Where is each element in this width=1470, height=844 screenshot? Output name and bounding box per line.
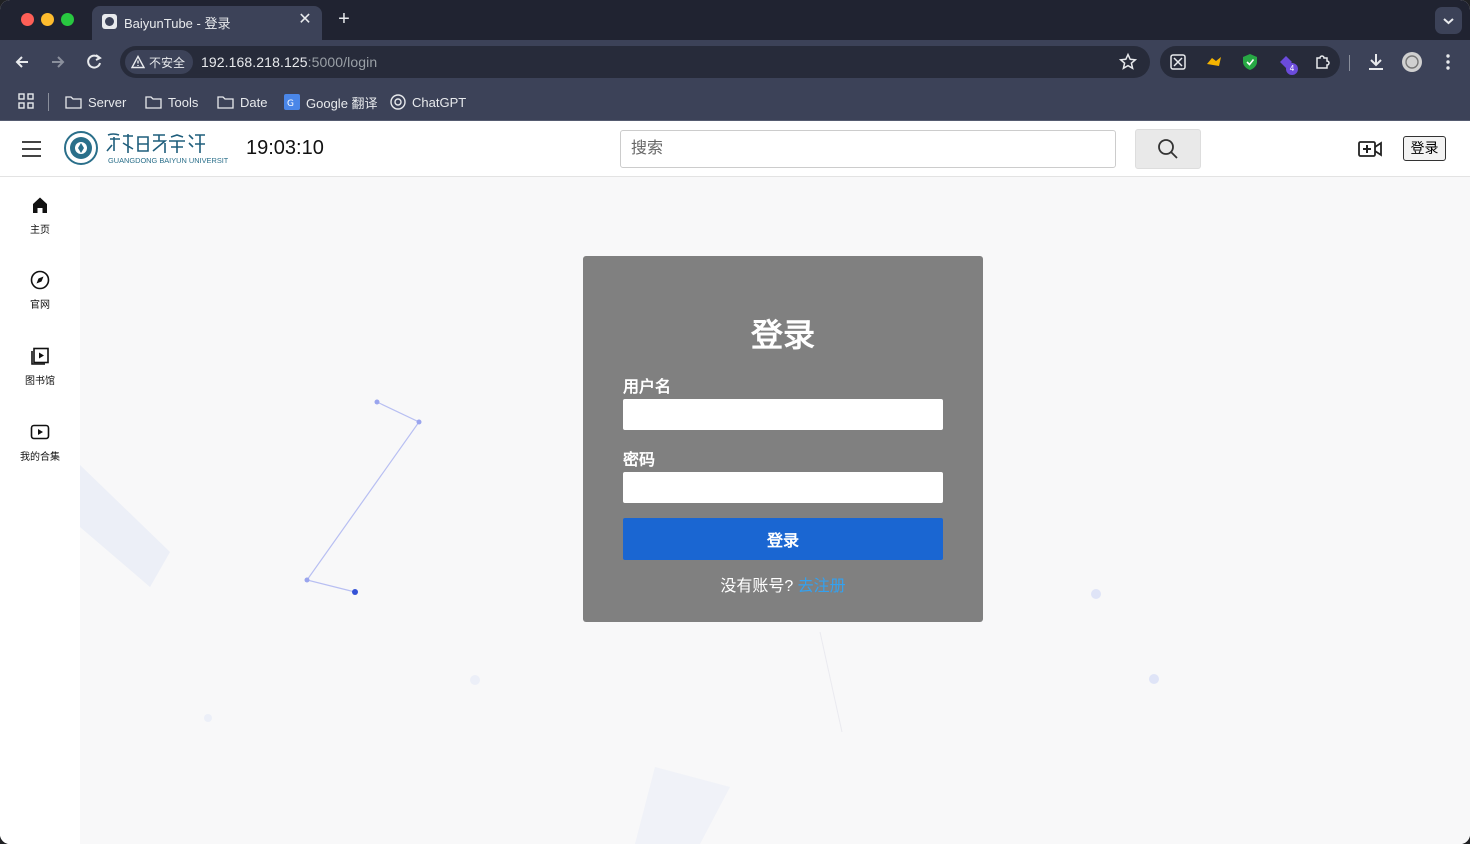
security-label: 不安全	[149, 55, 186, 70]
url-path: :5000/login	[307, 54, 378, 70]
tab-close-icon[interactable]: ✕	[296, 11, 314, 29]
sidebar-item-home[interactable]: 主页	[0, 195, 80, 255]
header-login-button[interactable]: 登录	[1403, 136, 1446, 161]
sidebar-item-label: 官网	[30, 300, 50, 311]
bookmark-server[interactable]: Server	[65, 92, 126, 112]
bookmark-label: Date	[240, 94, 268, 110]
apps-grid-icon[interactable]	[18, 93, 34, 109]
kebab-menu-icon[interactable]	[1437, 51, 1459, 73]
library-icon	[31, 347, 49, 365]
extensions-area: 4	[1160, 46, 1340, 78]
sidebar-item-library[interactable]: 图书馆	[0, 346, 80, 406]
security-chip[interactable]: 不安全	[125, 50, 194, 74]
bookmark-chatgpt[interactable]: ChatGPT	[390, 92, 466, 112]
chatgpt-icon	[390, 94, 406, 110]
browser-tab[interactable]: BaiyunTube - 登录 ✕	[92, 6, 322, 40]
chevron-down-icon	[1443, 18, 1454, 25]
sidebar-item-label: 主页	[30, 225, 50, 236]
url-text: 192.168.218.125:5000/login	[201, 54, 377, 70]
zoom-window-button[interactable]	[61, 13, 74, 26]
no-account-text: 没有账号?	[720, 578, 794, 595]
address-bar[interactable]: 不安全 192.168.218.125:5000/login	[120, 46, 1150, 78]
tampermonkey-extension-icon[interactable]	[1204, 52, 1224, 72]
register-prompt: 没有账号? 去注册	[583, 572, 983, 596]
register-link[interactable]: 去注册	[798, 578, 846, 595]
tab-bar: BaiyunTube - 登录 ✕ +	[0, 0, 1470, 40]
new-tab-button[interactable]: +	[334, 9, 354, 29]
play-icon	[30, 424, 50, 440]
minimize-window-button[interactable]	[41, 13, 54, 26]
web-page: GUANGDONG BAIYUN UNIVERSITY 19:03:10 登录 …	[0, 121, 1470, 844]
warning-icon	[131, 55, 145, 69]
favicon-icon	[102, 14, 117, 29]
tab-title: BaiyunTube - 登录	[124, 16, 231, 31]
bookmarks-bar: Server Tools Date G Google 翻译 ChatGPT	[0, 84, 1470, 121]
search-button[interactable]	[1135, 129, 1201, 169]
main-content: 登录 用户名 密码 登录 没有账号? 去注册	[80, 177, 1470, 844]
bookmarks-divider	[48, 93, 49, 111]
bookmark-tools[interactable]: Tools	[145, 92, 198, 112]
search-input[interactable]	[620, 130, 1116, 168]
password-input[interactable]	[623, 472, 943, 503]
compass-icon	[30, 270, 50, 290]
browser-window: BaiyunTube - 登录 ✕ + 不安全 192.168.218.125:…	[0, 0, 1470, 844]
extension-badge: 4	[1286, 63, 1298, 75]
url-host: 192.168.218.125	[201, 54, 308, 70]
bookmark-label: Google 翻译	[306, 95, 378, 111]
bookmark-date[interactable]: Date	[217, 92, 267, 112]
sidebar-item-label: 我的合集	[20, 452, 60, 463]
bookmark-label: ChatGPT	[412, 94, 467, 110]
google-translate-icon: G	[284, 94, 300, 110]
login-title: 登录	[750, 317, 815, 353]
logo-subtitle: GUANGDONG BAIYUN UNIVERSITY	[108, 156, 228, 165]
bookmark-label: Server	[88, 94, 127, 110]
close-window-button[interactable]	[21, 13, 34, 26]
download-icon[interactable]	[1365, 51, 1387, 73]
bookmark-label: Tools	[168, 94, 199, 110]
sidebar-item-official-site[interactable]: 官网	[0, 270, 80, 330]
password-label: 密码	[623, 452, 656, 469]
folder-icon	[145, 96, 162, 109]
bookmark-star-icon[interactable]	[1118, 52, 1138, 72]
bookmark-google-translate[interactable]: G Google 翻译	[284, 92, 378, 112]
folder-icon	[65, 96, 82, 109]
username-label: 用户名	[623, 379, 672, 396]
username-input[interactable]	[623, 399, 943, 430]
sidebar-item-label: 图书馆	[25, 376, 55, 387]
login-card: 登录 用户名 密码 登录 没有账号? 去注册	[583, 256, 983, 622]
home-icon	[33, 197, 47, 213]
back-icon[interactable]	[11, 51, 33, 73]
screenshot-extension-icon[interactable]	[1168, 52, 1188, 72]
browser-toolbar: 不安全 192.168.218.125:5000/login 4	[0, 40, 1470, 84]
university-logo[interactable]: GUANGDONG BAIYUN UNIVERSITY	[63, 129, 228, 167]
sidebar-item-my-collections[interactable]: 我的合集	[0, 422, 80, 482]
svg-text:G: G	[287, 99, 294, 109]
profile-avatar-icon[interactable]	[1401, 51, 1423, 73]
puzzle-icon[interactable]	[1312, 52, 1332, 72]
reload-icon[interactable]	[83, 51, 105, 73]
tab-search-button[interactable]	[1435, 7, 1462, 34]
site-header: GUANGDONG BAIYUN UNIVERSITY 19:03:10 登录	[0, 121, 1470, 177]
upload-video-icon[interactable]	[1358, 138, 1382, 160]
menu-icon[interactable]	[22, 141, 41, 157]
toolbar-divider	[1349, 55, 1350, 71]
forward-icon[interactable]	[47, 51, 69, 73]
clock: 19:03:10	[246, 137, 324, 159]
folder-icon	[217, 96, 234, 109]
shield-icon[interactable]	[1240, 52, 1260, 72]
login-submit-button[interactable]: 登录	[623, 518, 943, 560]
search-icon	[1158, 139, 1178, 159]
sidebar: 主页 官网 图书馆 我的合集	[0, 177, 80, 844]
